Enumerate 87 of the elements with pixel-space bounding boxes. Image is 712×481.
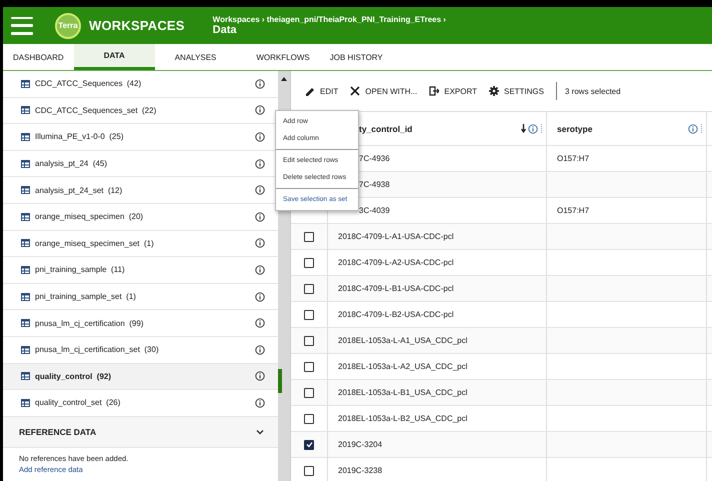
table-icon — [21, 319, 30, 328]
table-cell: 2018C-4709-L-A1-USA-CDC-pcl — [338, 232, 454, 241]
checkbox[interactable] — [304, 414, 314, 424]
tab[interactable]: ANALYSES — [154, 44, 246, 70]
table-list-item[interactable]: orange_miseq_specimen_set (1) — [3, 230, 278, 258]
checkmark-icon — [306, 441, 312, 448]
sort-arrow-icon — [521, 124, 526, 133]
table-icon — [21, 132, 30, 141]
table-cell: 2018C-4709-L-B2-USA-CDC-pcl — [338, 310, 454, 319]
table-cell: 7C-4936 — [359, 154, 390, 163]
table-icon — [21, 160, 30, 168]
table-list-item[interactable]: pni_training_sample (11) — [3, 257, 278, 284]
checkbox[interactable] — [304, 258, 314, 268]
info-icon — [255, 105, 265, 116]
table-icon — [21, 212, 30, 221]
chevron-icon — [256, 428, 264, 435]
gear-icon — [488, 86, 499, 96]
info-icon — [255, 371, 265, 382]
checkbox[interactable] — [304, 362, 314, 372]
table-cell: O157:H7 — [557, 206, 590, 215]
logo: Terra — [55, 12, 81, 38]
info-icon — [255, 212, 265, 222]
selection-count: 3 rows selected — [565, 86, 621, 96]
table-cell: 2018EL-1053a-L-A2_USA_CDC_pcl — [338, 362, 468, 371]
table-cell: 2018EL-1053a-L-B2_USA_CDC_pcl — [338, 414, 468, 423]
info-icon — [688, 124, 698, 134]
info-icon — [255, 238, 265, 248]
menu-icon[interactable] — [11, 16, 33, 34]
open-button[interactable]: OPEN WITH... — [344, 86, 424, 96]
table-cell: 3C-4039 — [359, 206, 390, 215]
table-cell: 2019C-3238 — [338, 466, 382, 475]
table-cell: O157:H7 — [557, 154, 590, 163]
table-icon — [21, 346, 30, 354]
table-cell: 7C-4938 — [359, 180, 390, 189]
column-header[interactable]: ty_control_id — [359, 124, 412, 134]
checkbox[interactable] — [304, 440, 314, 450]
table-cell: 2019C-3204 — [338, 440, 382, 449]
table-icon — [21, 239, 30, 248]
settings-button[interactable]: SETTINGS — [482, 86, 550, 96]
app-title: WORKSPACES — [89, 18, 185, 33]
table-list-item[interactable]: pnusa_lm_cj_certification (99) — [3, 310, 278, 337]
table-icon — [21, 292, 30, 301]
info-icon — [255, 344, 265, 355]
info-icon — [528, 124, 538, 134]
column-header[interactable]: serotype — [557, 124, 592, 134]
tab[interactable]: DATA — [74, 44, 155, 70]
table-icon — [21, 106, 30, 114]
info-icon — [255, 318, 265, 328]
info-icon — [255, 185, 265, 196]
edit-button[interactable]: EDIT — [299, 86, 344, 96]
table-cell: 2018EL-1053a-L-A1_USA_CDC_pcl — [338, 336, 468, 345]
resize-handle-icon — [700, 124, 703, 134]
section-header[interactable]: REFERENCE DATA — [3, 416, 278, 448]
table-icon — [21, 372, 30, 380]
pencil-icon — [305, 86, 315, 96]
export-button[interactable]: EXPORT — [423, 86, 483, 96]
table-cell: 2018C-4709-L-B1-USA-CDC-pcl — [338, 284, 454, 293]
info-icon — [255, 264, 265, 275]
table-cell: 2018EL-1053a-L-B1_USA_CDC_pcl — [338, 388, 468, 397]
info-icon — [255, 292, 265, 302]
table-list-item[interactable]: CDC_ATCC_Sequences (42) — [3, 71, 278, 98]
info-icon — [255, 158, 265, 169]
info-icon — [255, 398, 265, 408]
scroll-thumb[interactable] — [278, 369, 282, 393]
tab[interactable]: DASHBOARD — [3, 44, 74, 70]
checkbox[interactable] — [304, 232, 314, 242]
tab[interactable]: JOB HISTORY — [320, 44, 393, 70]
breadcrumb[interactable]: Workspaces › theiagen_pni/TheiaProk_PNI_Training_ETrees › — [212, 15, 446, 24]
info-icon — [255, 78, 265, 89]
checkbox[interactable] — [304, 388, 314, 398]
scroll-up-icon — [280, 76, 288, 82]
checkbox[interactable] — [304, 336, 314, 346]
table-icon — [21, 266, 30, 274]
table-icon — [21, 398, 30, 407]
info-icon — [255, 132, 265, 142]
export-icon — [429, 86, 440, 96]
checkbox[interactable] — [304, 466, 314, 476]
table-list-item[interactable]: quality_control (92) — [3, 364, 278, 390]
page-title: Data — [212, 24, 238, 36]
resize-handle-icon — [540, 124, 543, 134]
checkbox[interactable] — [304, 284, 314, 294]
table-cell: 2018C-4709-L-A2-USA-CDC-pcl — [338, 258, 454, 267]
table-icon — [21, 80, 30, 88]
checkbox[interactable] — [304, 310, 314, 320]
table-list-item[interactable]: pni_training_sample_set (1) — [3, 284, 278, 310]
tab[interactable]: WORKFLOWS — [246, 44, 320, 70]
table-icon — [21, 186, 30, 194]
